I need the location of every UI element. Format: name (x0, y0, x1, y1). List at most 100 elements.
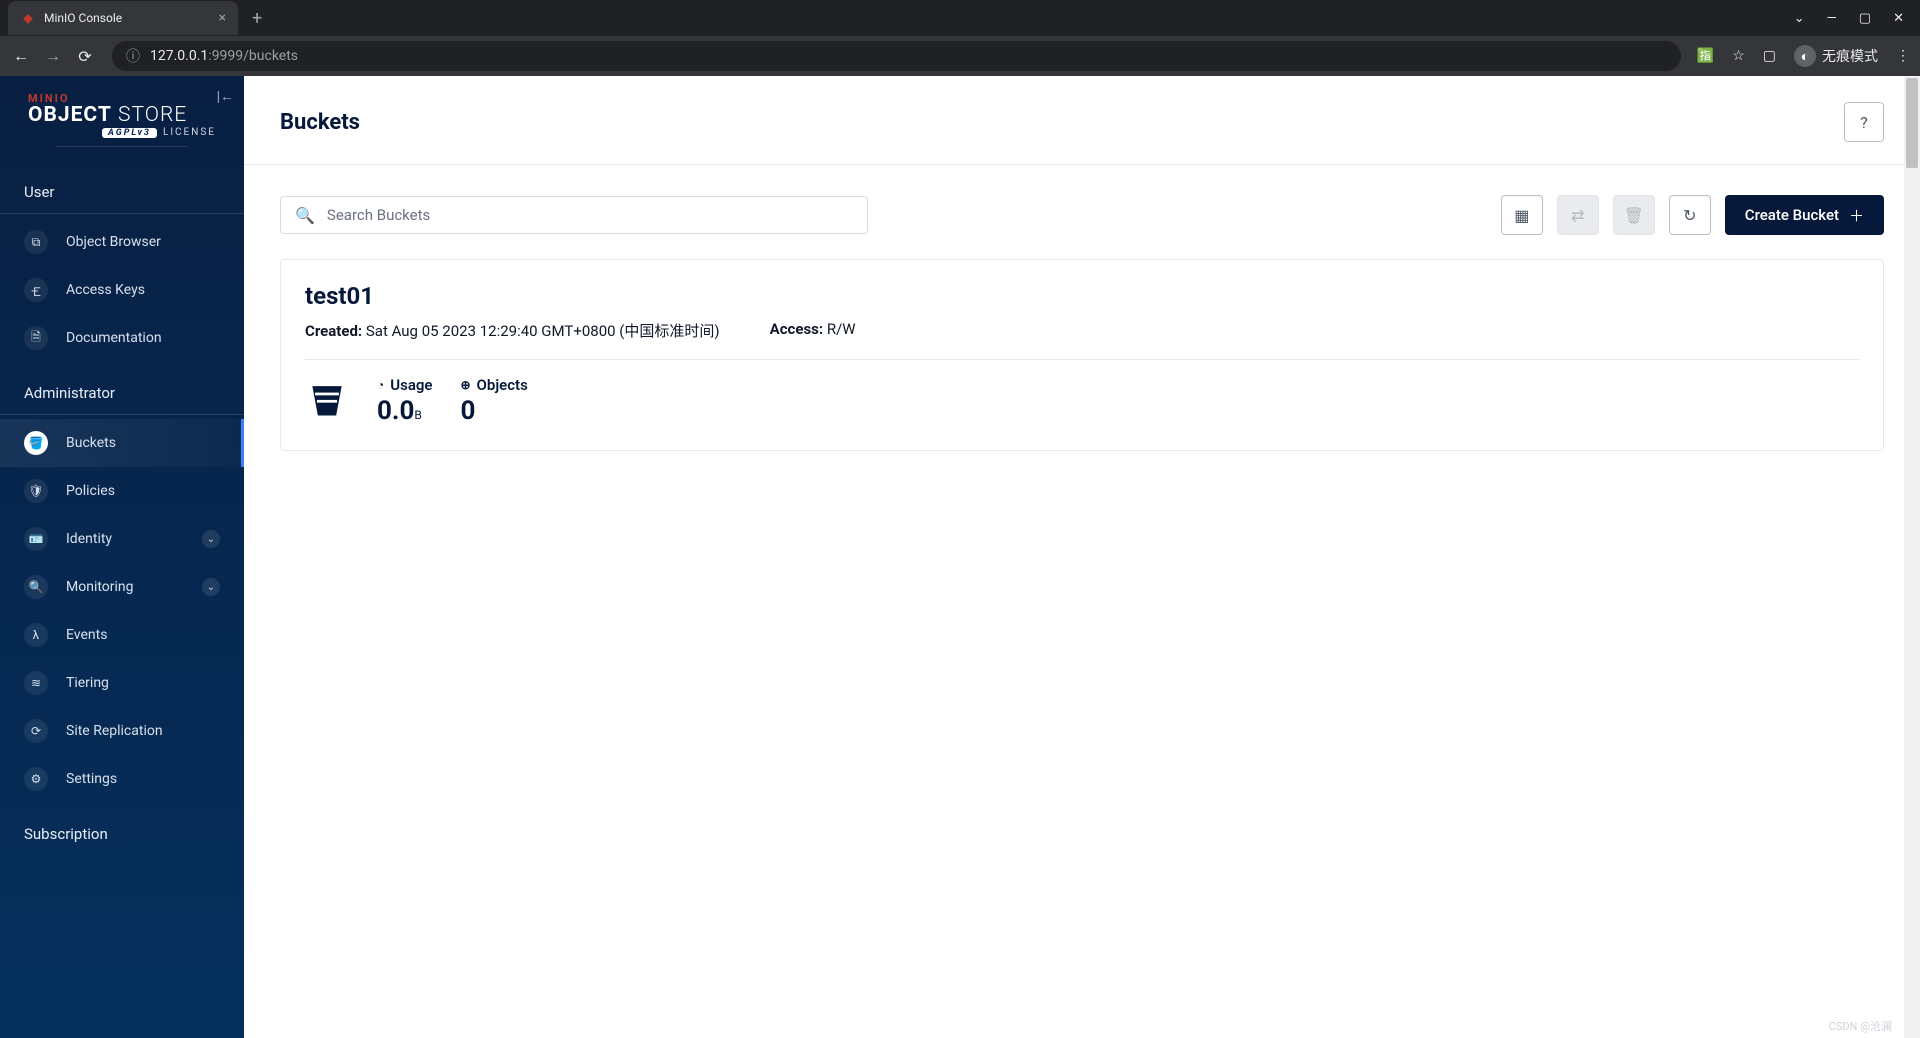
sidebar-item-object-browser[interactable]: ⧉ Object Browser (0, 218, 244, 266)
maximize-icon[interactable]: ▢ (1859, 11, 1871, 26)
documentation-icon: 🗎 (24, 326, 48, 350)
usage-unit: B (414, 408, 421, 422)
page-header: Buckets ? (244, 76, 1920, 165)
object-browser-icon: ⧉ (24, 230, 48, 254)
refresh-button[interactable]: ↻ (1669, 195, 1711, 235)
logo: |← MINIO OBJECT STORE AGPLv3 LICENSE (0, 92, 244, 161)
logo-license: AGPLv3 LICENSE (28, 127, 216, 138)
minimize-icon[interactable]: — (1827, 11, 1837, 26)
nav-label: Object Browser (66, 234, 161, 250)
sidebar-item-identity[interactable]: 🪪 Identity ⌄ (0, 515, 244, 563)
search-input[interactable] (327, 206, 853, 224)
created-label: Created: (305, 322, 362, 340)
site-info-icon[interactable]: ⓘ (126, 46, 140, 66)
incognito-indicator[interactable]: ◐ 无痕模式 (1794, 45, 1878, 67)
incognito-icon: ◐ (1794, 45, 1816, 67)
chevron-down-icon[interactable]: ⌄ (202, 578, 220, 596)
nav-label: Policies (66, 483, 115, 499)
settings-icon: ⚙ (24, 767, 48, 791)
identity-icon: 🪪 (24, 527, 48, 551)
monitoring-icon: 🔍 (24, 575, 48, 599)
tiering-icon: ≋ (24, 671, 48, 695)
back-icon[interactable]: ← (10, 46, 32, 66)
lifecycle-button: ⇄ (1557, 195, 1599, 235)
access-keys-icon: 🝗 (24, 278, 48, 302)
usage-stat: ◔Usage 0.0B (377, 376, 432, 426)
tab-title: MinIO Console (44, 11, 211, 25)
sidebar-item-site-replication[interactable]: ⟳ Site Replication (0, 707, 244, 755)
page-title: Buckets (280, 110, 360, 135)
usage-icon: ◔ (377, 378, 384, 392)
help-icon: ? (1860, 113, 1868, 132)
sidebar-item-events[interactable]: λ Events (0, 611, 244, 659)
kebab-menu-icon[interactable]: ⋮ (1896, 48, 1910, 64)
nav-label: Site Replication (66, 723, 163, 739)
sidebar-item-policies[interactable]: 🛡 Policies (0, 467, 244, 515)
bucket-icon (305, 377, 349, 425)
main: Buckets ? 🔍 ▦ ⇄ 🗑 ↻ Create Bucket ＋ test… (244, 76, 1920, 1038)
site-replication-icon: ⟳ (24, 719, 48, 743)
toolbar: 🔍 ▦ ⇄ 🗑 ↻ Create Bucket ＋ (244, 165, 1920, 235)
nav-label: Identity (66, 531, 112, 547)
nav-label: Buckets (66, 435, 116, 451)
section-admin: Administrator (0, 362, 244, 415)
help-button[interactable]: ? (1844, 102, 1884, 142)
sidebar-item-monitoring[interactable]: 🔍 Monitoring ⌄ (0, 563, 244, 611)
bookmark-icon[interactable]: ☆ (1732, 48, 1745, 64)
chevron-down-icon[interactable]: ⌄ (202, 530, 220, 548)
scrollbar[interactable] (1904, 76, 1920, 1038)
search-icon: 🔍 (295, 206, 315, 225)
scrollbar-thumb[interactable] (1906, 78, 1918, 168)
sidebar-item-settings[interactable]: ⚙ Settings (0, 755, 244, 803)
bucket-stats: ◔Usage 0.0B ⊕Objects 0 (305, 376, 1859, 426)
panel-icon[interactable]: ▢ (1763, 48, 1776, 64)
usage-label: Usage (390, 376, 432, 394)
trash-icon: 🗑 (1624, 206, 1644, 225)
browser-tab[interactable]: ◆ MinIO Console × (8, 1, 238, 35)
url-bar[interactable]: ⓘ 127.0.0.1:9999/buckets (112, 41, 1681, 71)
nav-label: Monitoring (66, 579, 134, 595)
tab-favicon-icon: ◆ (20, 10, 36, 26)
tab-close-icon[interactable]: × (219, 10, 226, 26)
translate-icon[interactable]: 🈯 (1697, 48, 1714, 64)
create-bucket-button[interactable]: Create Bucket ＋ (1725, 195, 1884, 235)
logo-main: OBJECT STORE (28, 103, 216, 127)
tab-bar: ◆ MinIO Console × + ⌄ — ▢ ✕ (0, 0, 1920, 36)
nav-label: Documentation (66, 330, 162, 346)
sidebar-item-tiering[interactable]: ≋Tiering (0, 659, 244, 707)
url-actions: 🈯 ☆ ▢ ◐ 无痕模式 ⋮ (1697, 45, 1910, 67)
grid-icon: ▦ (1514, 206, 1529, 225)
app: |← MINIO OBJECT STORE AGPLv3 LICENSE Use… (0, 76, 1920, 1038)
policies-icon: 🛡 (24, 479, 48, 503)
search-box[interactable]: 🔍 (280, 196, 868, 234)
events-icon: λ (24, 623, 48, 647)
objects-value: 0 (460, 396, 527, 426)
reload-icon[interactable]: ⟳ (74, 47, 96, 66)
bucket-card[interactable]: test01 Created: Sat Aug 05 2023 12:29:40… (280, 259, 1884, 451)
nav-label: Settings (66, 771, 117, 787)
nav-label: Access Keys (66, 282, 145, 298)
sidebar: |← MINIO OBJECT STORE AGPLv3 LICENSE Use… (0, 76, 244, 1038)
objects-label: Objects (477, 376, 528, 394)
sidebar-item-access-keys[interactable]: 🝗 Access Keys (0, 266, 244, 314)
chevron-down-icon[interactable]: ⌄ (1794, 11, 1805, 26)
delete-button: 🗑 (1613, 195, 1655, 235)
sidebar-item-buckets[interactable]: 🪣Buckets (0, 419, 244, 467)
objects-stat: ⊕ Objects 0 (460, 376, 527, 426)
forward-icon: → (42, 46, 64, 66)
create-bucket-label: Create Bucket (1745, 206, 1839, 224)
nav-label: Events (66, 627, 107, 643)
sidebar-item-documentation[interactable]: 🗎 Documentation (0, 314, 244, 362)
lifecycle-icon: ⇄ (1571, 206, 1584, 225)
grid-view-button[interactable]: ▦ (1501, 195, 1543, 235)
url-bar-row: ← → ⟳ ⓘ 127.0.0.1:9999/buckets 🈯 ☆ ▢ ◐ 无… (0, 36, 1920, 76)
section-user: User (0, 161, 244, 214)
bucket-meta: Created: Sat Aug 05 2023 12:29:40 GMT+08… (305, 320, 1859, 341)
watermark: CSDN @沧澜 (1829, 1018, 1892, 1034)
url-path: :9999/buckets (208, 48, 298, 64)
new-tab-icon[interactable]: + (252, 8, 262, 29)
collapse-sidebar-icon[interactable]: |← (217, 88, 234, 105)
refresh-icon: ↻ (1683, 206, 1696, 225)
close-window-icon[interactable]: ✕ (1893, 11, 1904, 26)
objects-icon: ⊕ (460, 378, 470, 392)
